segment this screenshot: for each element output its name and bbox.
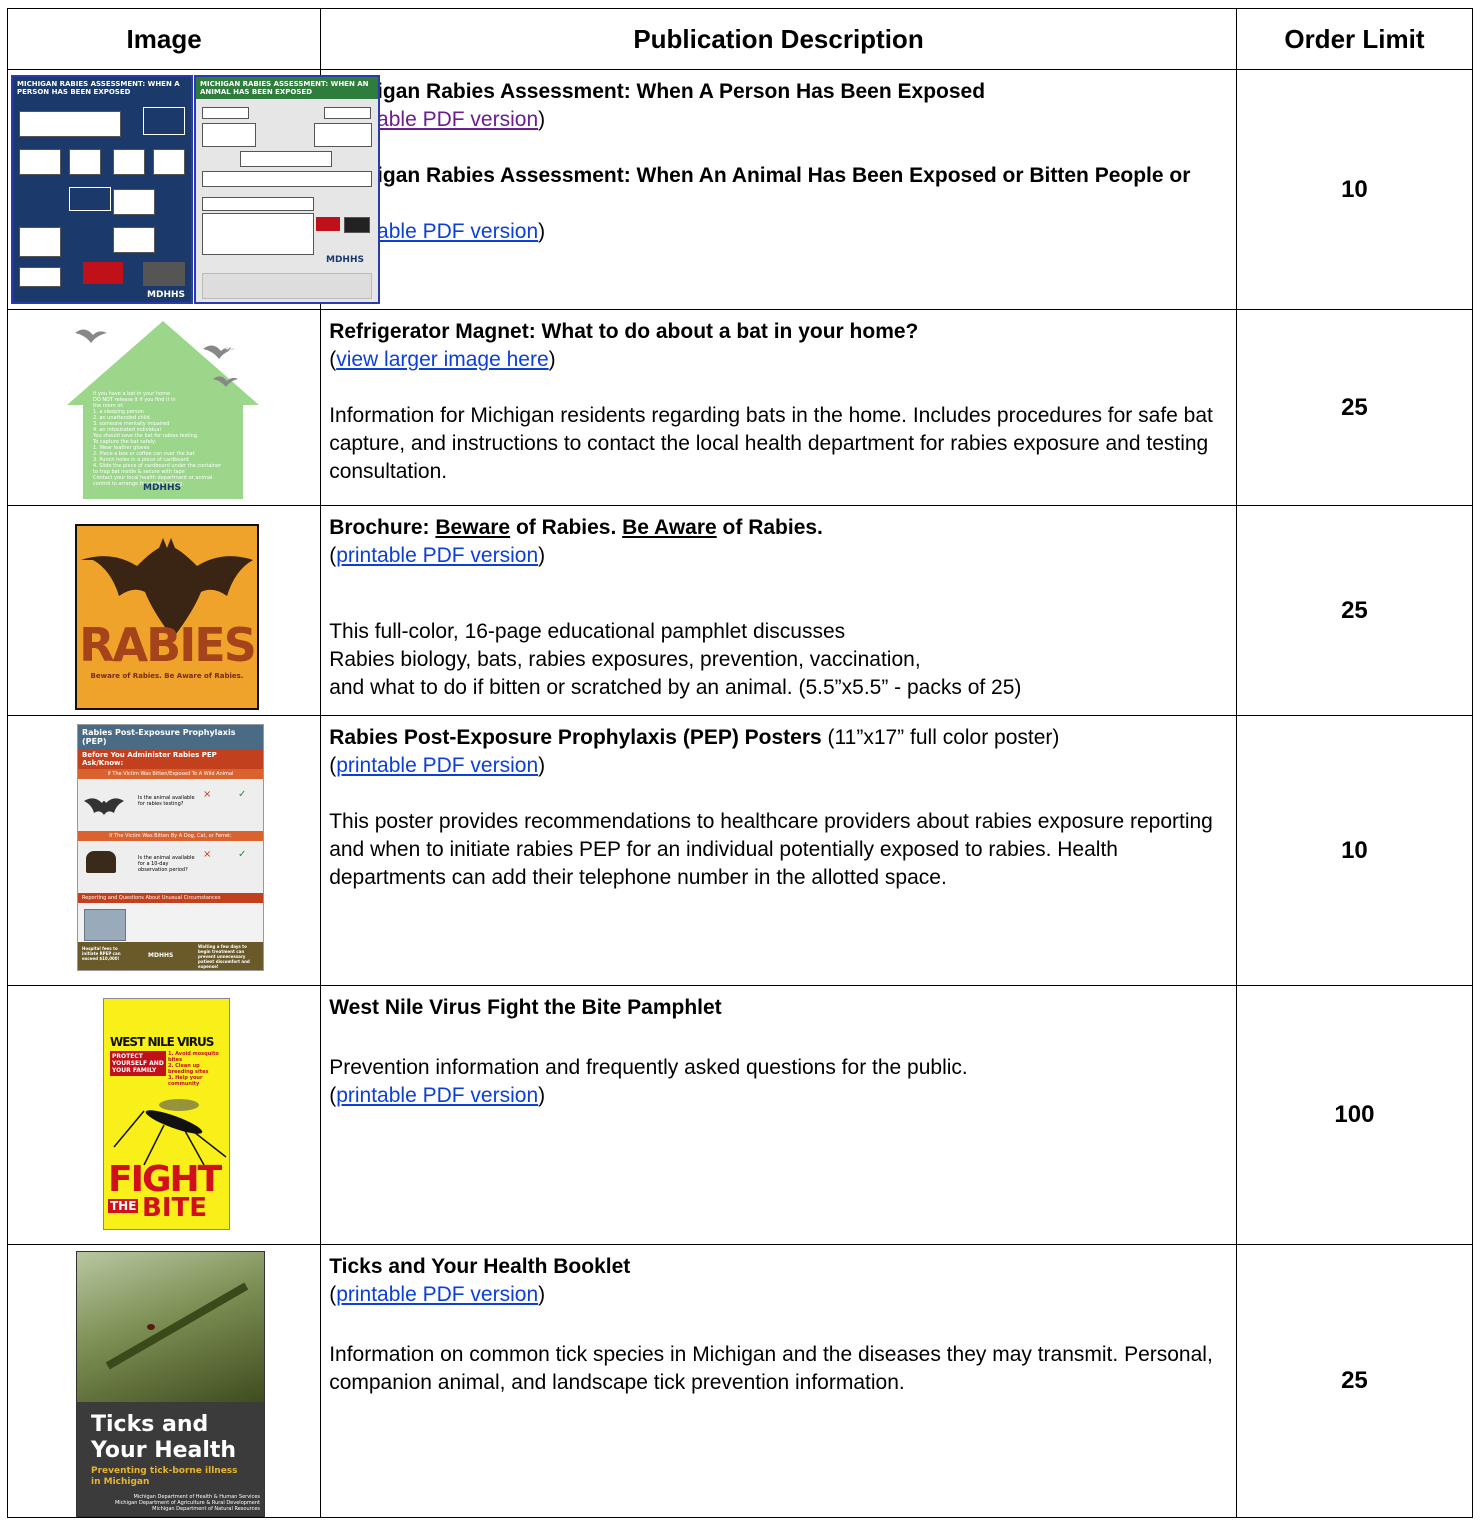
rabies-brochure-thumbnail[interactable]: RABIES Beware of Rabies. Be Aware of Rab… [75, 524, 259, 710]
bite-text: BITE [142, 1193, 207, 1223]
mdhhs-logo: MDHHS [147, 290, 185, 300]
description-cell: Rabies Post-Exposure Prophylaxis (PEP) P… [320, 715, 1237, 986]
pdf-link[interactable]: printable PDF version [336, 1283, 538, 1306]
tick-icon [147, 1324, 155, 1330]
poster-title: MICHIGAN RABIES ASSESSMENT: WHEN A PERSO… [17, 80, 180, 96]
rabies-animal-poster-thumbnail[interactable]: MICHIGAN RABIES ASSESSMENT: WHEN AN ANIM… [194, 75, 380, 304]
table-row: Rabies Post-Exposure Prophylaxis (PEP) B… [6, 715, 1474, 986]
magnet-text: If you have a bat in your home DO NOT rel… [93, 391, 222, 487]
publication-body: This poster provides recommendations to … [329, 810, 1213, 889]
mosquito-icon [113, 1099, 227, 1166]
description-cell: Ticks and Your Health Booklet (printable… [320, 1244, 1237, 1518]
rabies-sub-text: Beware of Rabies. Be Aware of Rabies. [90, 672, 244, 680]
description-cell: Refrigerator Magnet: What to do about a … [320, 309, 1237, 506]
ticks-cover-orgs: Michigan Department of Health & Human Se… [114, 1494, 260, 1512]
bat-silhouette-icon [81, 538, 253, 638]
publication-body: Information for Michigan residents regar… [329, 404, 1213, 483]
order-limit: 25 [1235, 505, 1474, 716]
image-cell: RABIES Beware of Rabies. Be Aware of Rab… [6, 505, 322, 716]
west-nile-pamphlet-thumbnail[interactable]: WEST NILE VIRUS PROTECT YOURSELF AND YOU… [103, 998, 230, 1230]
mdhhs-logo: MDHHS [143, 483, 181, 493]
table-row: BAT IN YOUR HOME? If you have a bat in y… [6, 309, 1474, 506]
image-cell: Ticks and Your Health Preventing tick-bo… [6, 1244, 322, 1518]
publication-body: Information on common tick species in Mi… [329, 1343, 1213, 1394]
order-limit: 25 [1235, 1244, 1474, 1518]
table-row: WEST NILE VIRUS PROTECT YOURSELF AND YOU… [6, 985, 1474, 1245]
wnv-protect: PROTECT YOURSELF AND YOUR FAMILY [110, 1051, 166, 1076]
description-cell: Brochure: Beware of Rabies. Be Aware of … [320, 505, 1237, 716]
ticks-booklet-thumbnail[interactable]: Ticks and Your Health Preventing tick-bo… [76, 1251, 265, 1517]
pep-band: If The Victim Was Bitten/Exposed To A Wi… [78, 769, 263, 779]
publications-table: Image Publication Description Order Limi… [6, 8, 1474, 1518]
wnv-title: WEST NILE VIRUS [110, 1035, 214, 1049]
pdf-link[interactable]: printable PDF version [336, 1084, 538, 1107]
publication-title: West Nile Virus Fight the Bite Pamphlet [329, 996, 722, 1019]
order-limit: 10 [1235, 69, 1474, 310]
pep-question: Is the animal available for a 10-day obs… [138, 855, 195, 873]
table-row: MICHIGAN RABIES ASSESSMENT: WHEN A PERSO… [6, 69, 1474, 310]
larger-image-link[interactable]: view larger image here [336, 348, 548, 371]
description-cell: Michigan Rabies Assessment: When A Perso… [320, 69, 1237, 310]
pep-footer: Waiting a few days to begin treatment ca… [198, 944, 250, 969]
header-description: Publication Description [320, 8, 1237, 70]
pdf-link[interactable]: printable PDF version [336, 544, 538, 567]
the-text: THE [108, 1199, 139, 1213]
header-row: Image Publication Description Order Limi… [6, 8, 1474, 70]
rabies-person-poster-thumbnail[interactable]: MICHIGAN RABIES ASSESSMENT: WHEN A PERSO… [11, 75, 193, 304]
pep-band: If The Victim Was Bitten By A Dog, Cat, … [78, 831, 263, 841]
publication-title: Rabies Post-Exposure Prophylaxis (PEP) P… [329, 726, 1060, 749]
poster-title: MICHIGAN RABIES ASSESSMENT: WHEN AN ANIM… [196, 77, 378, 99]
publication-body: Prevention information and frequently as… [329, 1056, 968, 1079]
image-cell: WEST NILE VIRUS PROTECT YOURSELF AND YOU… [6, 985, 322, 1245]
publication-title: Michigan Rabies Assessment: When An Anim… [329, 164, 1191, 215]
publication-title: Brochure: Beware of Rabies. Be Aware of … [329, 516, 823, 539]
description-cell: West Nile Virus Fight the Bite Pamphlet … [320, 985, 1237, 1245]
publication-body: This full-color, 16-page educational pam… [329, 620, 1022, 699]
bat-magnet-thumbnail[interactable]: BAT IN YOUR HOME? If you have a bat in y… [63, 313, 263, 499]
publication-title: Michigan Rabies Assessment: When A Perso… [329, 80, 986, 103]
pep-header: Rabies Post-Exposure Prophylaxis (PEP) [78, 725, 263, 749]
pep-question: Is the animal available for rabies testi… [138, 795, 195, 807]
image-cell: BAT IN YOUR HOME? If you have a bat in y… [6, 309, 322, 506]
image-cell: MICHIGAN RABIES ASSESSMENT: WHEN A PERSO… [6, 69, 380, 310]
order-limit: 10 [1235, 715, 1474, 986]
bat-icon [84, 798, 124, 815]
image-cell: Rabies Post-Exposure Prophylaxis (PEP) B… [6, 715, 322, 986]
publication-title: Ticks and Your Health Booklet [329, 1255, 631, 1278]
pdf-link[interactable]: printable PDF version [336, 754, 538, 777]
pep-footer: Hospital fees to initiate RPEP can excee… [82, 946, 121, 961]
ticks-cover-subtitle: Preventing tick-borne illness in Michiga… [91, 1466, 238, 1487]
pep-band: Reporting and Questions About Unusual Ci… [78, 893, 263, 903]
order-limit: 100 [1235, 985, 1474, 1245]
pep-sub: Before You Administer Rabies PEP Ask/Kno… [78, 749, 263, 769]
order-limit: 25 [1235, 309, 1474, 506]
rabies-big-text: RABIES [79, 618, 257, 672]
mdhhs-logo: MDHHS [148, 952, 174, 959]
ticks-cover-title: Ticks and Your Health [91, 1412, 237, 1463]
table-row: Ticks and Your Health Preventing tick-bo… [6, 1244, 1474, 1518]
table-row: RABIES Beware of Rabies. Be Aware of Rab… [6, 505, 1474, 716]
header-order-limit: Order Limit [1235, 8, 1474, 70]
header-image: Image [6, 8, 322, 70]
publication-title: Refrigerator Magnet: What to do about a … [329, 320, 919, 343]
pep-poster-thumbnail[interactable]: Rabies Post-Exposure Prophylaxis (PEP) B… [77, 724, 264, 971]
mdhhs-logo: MDHHS [326, 255, 364, 265]
